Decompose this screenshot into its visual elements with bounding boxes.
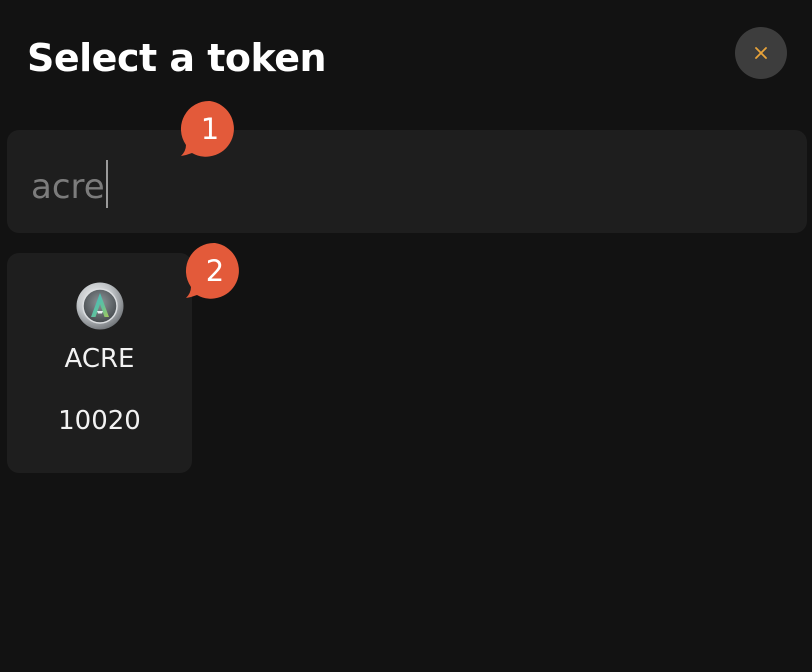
text-caret — [105, 160, 108, 208]
search-input[interactable]: acre — [31, 160, 108, 209]
token-search-field[interactable]: acre — [7, 130, 807, 233]
annotation-label: 2 — [205, 254, 225, 288]
close-button[interactable] — [735, 27, 787, 79]
token-symbol: ACRE — [64, 344, 135, 374]
annotation-label: 1 — [200, 112, 220, 146]
token-asset-id: 10020 — [58, 406, 141, 436]
annotation-marker-2: 2 — [183, 240, 245, 302]
close-icon — [755, 47, 767, 59]
dialog-title: Select a token — [27, 36, 327, 80]
token-result-card[interactable]: ACRE 10020 — [7, 253, 192, 473]
acre-token-logo-icon — [76, 282, 124, 330]
search-input-value: acre — [31, 167, 105, 207]
annotation-marker-1: 1 — [178, 98, 240, 160]
